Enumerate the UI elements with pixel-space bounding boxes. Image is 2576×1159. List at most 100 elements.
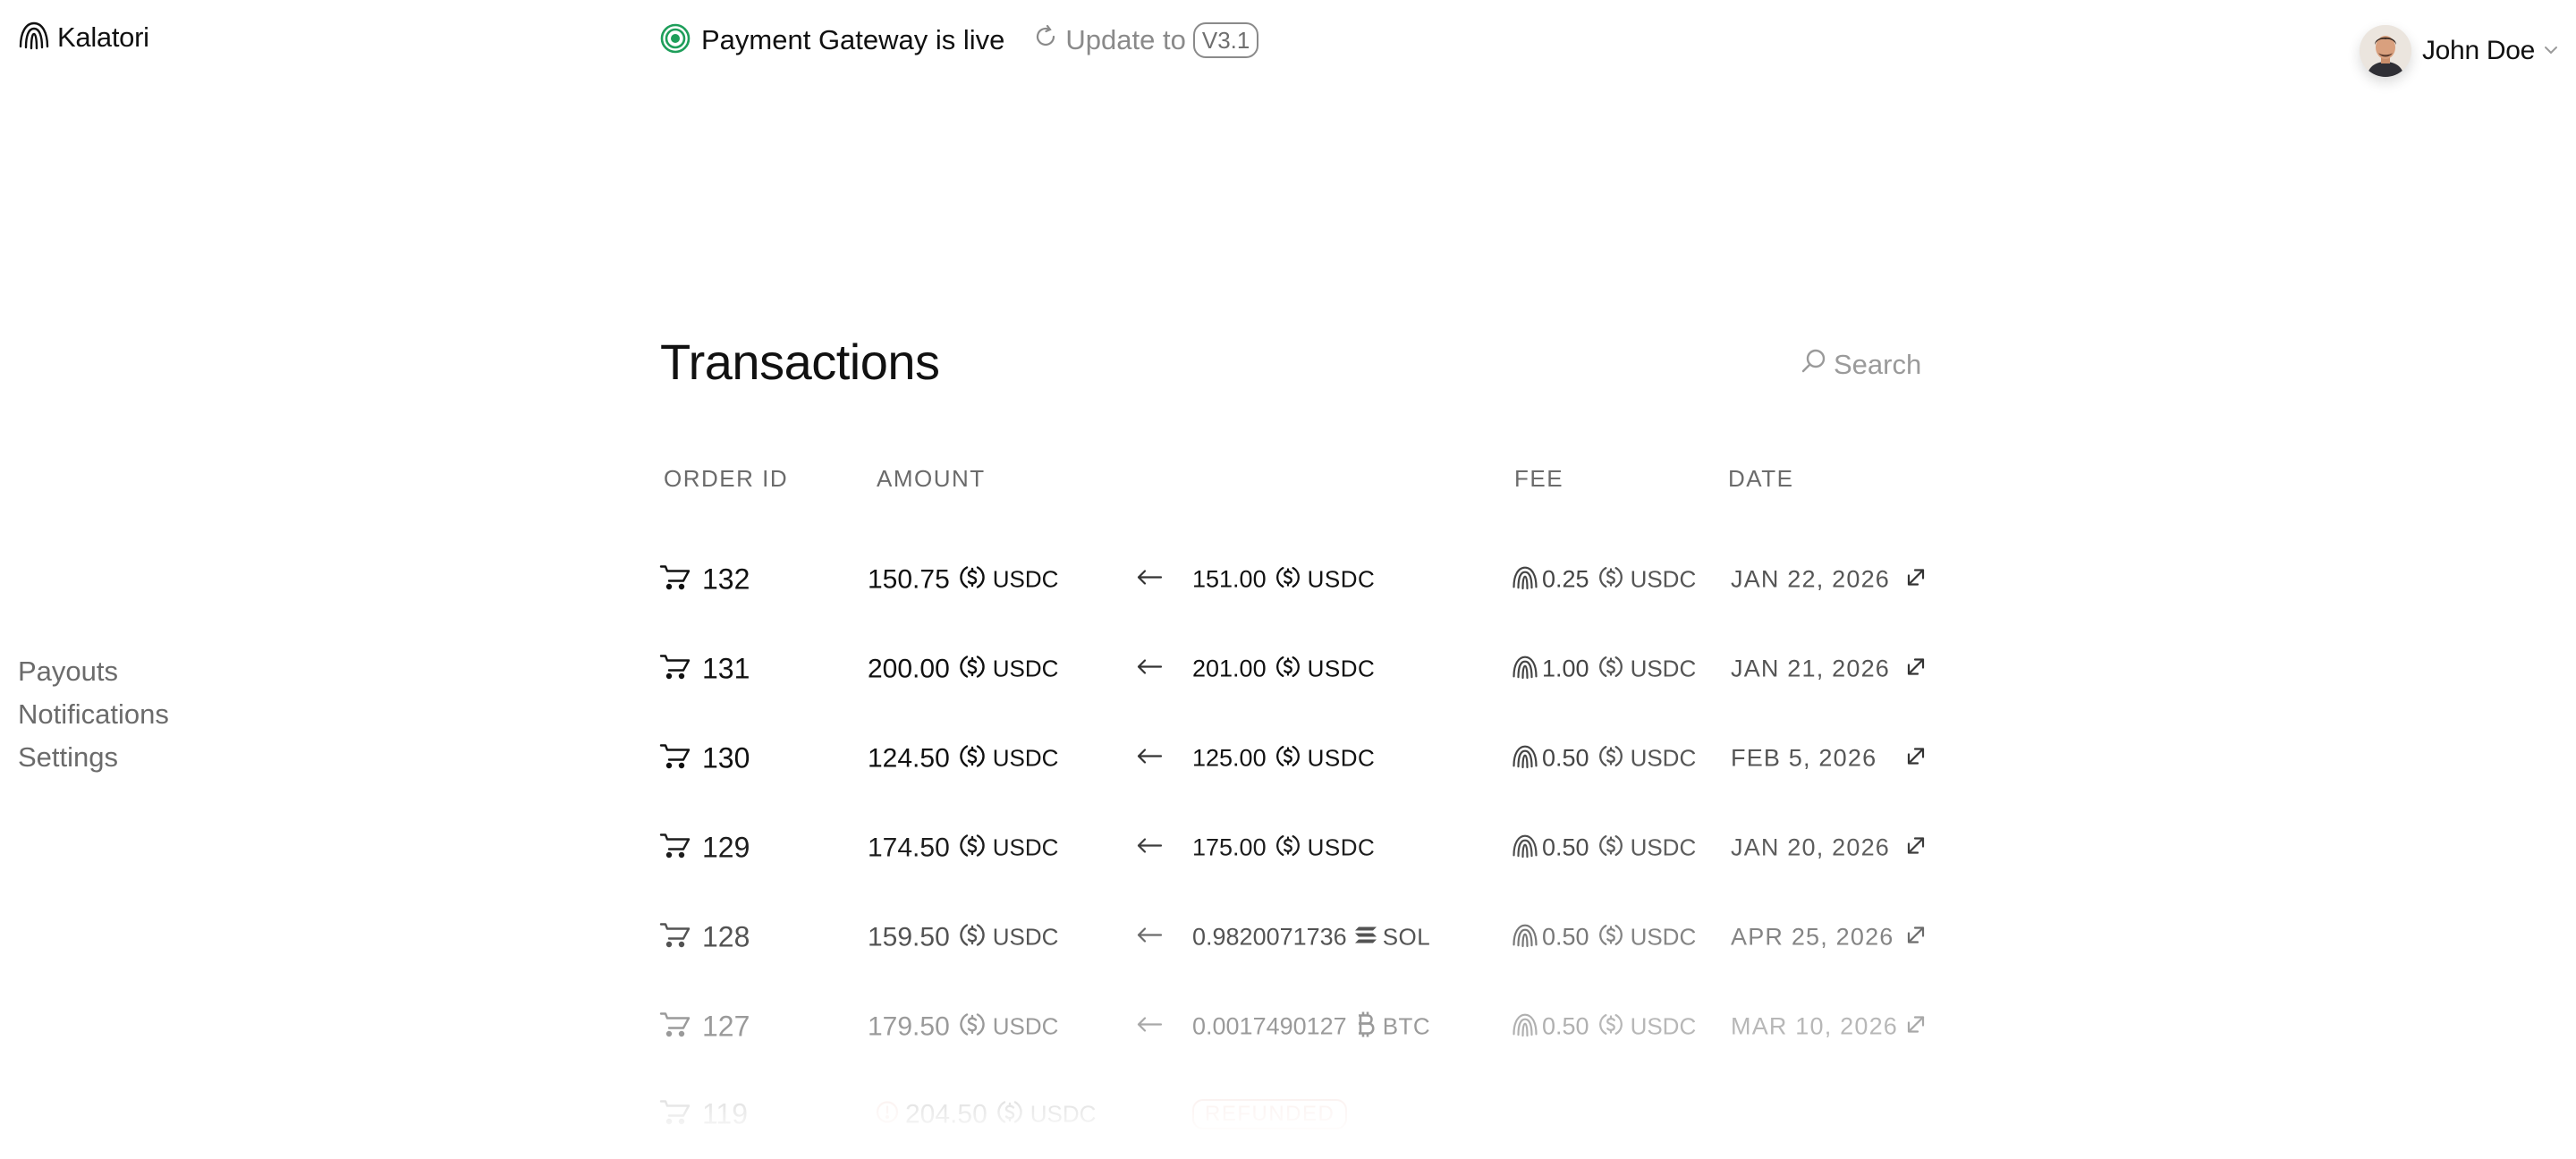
column-header-fee[interactable]: FEE [1514,465,1563,493]
amount-cell: 150.75 USDC [868,563,1058,597]
fee-cell: 0.50 USDC [1512,742,1696,775]
order-id: 128 [702,920,750,953]
status-cell: REFUNDED [1192,1099,1348,1129]
received-value: 125.00 [1192,744,1267,772]
date-value: JAN 20, 2026 [1731,833,1891,861]
usdc-icon [957,563,987,597]
received-cell: 125.00 USDC [1192,742,1375,775]
order-id: 131 [702,652,750,685]
table-row[interactable]: 129 174.50 USDC 175.00 USDC 0.50 USDC JAN 20, 2… [653,803,1941,893]
amount-cell: 159.50 USDC [868,920,1058,955]
order-id-cell: 127 [659,1011,750,1044]
table-row[interactable]: 127 179.50 USDC 0.0017490127 BTC 0.50 USDC MAR … [653,982,1941,1071]
received-cell: 0.9820071736 SOL [1192,924,1430,952]
kalatori-fingerprint-icon [18,20,50,55]
order-id-cell: 119 [659,1098,748,1131]
order-id-cell: 129 [659,832,750,865]
received-cell: 201.00 USDC [1192,653,1375,686]
received-arrow [1136,569,1163,591]
date-cell: JAN 20, 2026 [1731,834,1890,862]
received-currency: USDC [1307,744,1376,772]
open-transaction-button[interactable] [1905,835,1927,861]
received-value: 0.9820071736 [1192,923,1347,951]
amount-currency: USDC [992,744,1059,772]
received-currency: BTC [1382,1012,1431,1040]
app-name: Kalatori [57,21,149,53]
column-header-date[interactable]: DATE [1728,465,1793,493]
avatar [2359,25,2411,77]
table-row[interactable]: 119 204.50 USDC REFUNDED [653,1070,1941,1159]
sidebar-nav: Payouts Notifications Settings [18,650,169,779]
arrow-left-icon [1136,1016,1163,1038]
date-value: APR 25, 2026 [1731,923,1894,951]
status-badge: REFUNDED [1192,1099,1348,1129]
open-transaction-button[interactable] [1905,1014,1927,1040]
chevron-down-icon [2544,43,2558,59]
amount-value: 124.50 [868,743,950,773]
date-cell: FEB 5, 2026 [1731,745,1877,773]
amount-currency: USDC [992,1012,1059,1040]
received-cell: 175.00 USDC [1192,832,1375,865]
date-value: JAN 21, 2026 [1731,655,1891,682]
table-row[interactable]: 132 150.75 USDC 151.00 USDC 0.25 USDC JAN 22, 2… [653,535,1941,624]
amount-cell: 174.50 USDC [868,831,1058,866]
amount-cell: 124.50 USDC [868,741,1058,776]
cart-icon [659,654,691,685]
fee-value: 0.50 [1542,833,1589,861]
external-link-icon [1905,835,1927,861]
btc-icon [1354,1011,1377,1044]
date-cell: JAN 22, 2026 [1731,566,1890,594]
usdc-icon [957,741,987,776]
open-transaction-button[interactable] [1905,656,1927,682]
received-currency: SOL [1382,923,1431,951]
column-header-order-id[interactable]: ORDER ID [664,465,788,493]
cart-icon [659,743,691,774]
usdc-icon [1597,742,1625,775]
arrow-left-icon [1136,658,1163,681]
open-transaction-button[interactable] [1905,925,1927,951]
order-id: 127 [702,1010,750,1043]
amount-currency: USDC [992,655,1059,682]
open-transaction-button[interactable] [1905,567,1927,593]
sidebar-item-settings[interactable]: Settings [18,736,169,779]
external-link-icon [1905,746,1927,772]
order-id-cell: 130 [659,742,750,775]
received-cell: 151.00 USDC [1192,563,1375,596]
user-menu[interactable]: John Doe [2359,25,2558,77]
fee-value: 0.50 [1542,744,1589,772]
refresh-icon [1033,24,1058,56]
fee-currency: USDC [1630,923,1697,951]
user-name: John Doe [2421,36,2535,65]
table-row[interactable]: 131 200.00 USDC 201.00 USDC 1.00 USDC JAN 21, 2… [653,624,1941,714]
update-button[interactable]: Update to V3.1 [1033,22,1259,58]
sidebar-item-notifications[interactable]: Notifications [18,693,169,736]
date-value: FEB 5, 2026 [1731,744,1877,772]
date-value: JAN 22, 2026 [1731,565,1891,593]
usdc-icon [957,831,987,866]
received-currency: USDC [1307,565,1376,593]
search-input[interactable]: Search [1800,347,1927,383]
received-arrow [1136,926,1163,949]
table-row[interactable]: 128 159.50 USDC 0.9820071736 SOL 0.50 USDC APR … [653,893,1941,982]
search-placeholder: Search [1834,349,1922,380]
arrow-left-icon [1136,569,1163,591]
received-value: 0.0017490127 [1192,1012,1347,1040]
cart-icon [659,833,691,864]
sol-icon [1354,925,1377,951]
amount-cell: 204.50 USDC [868,1097,1096,1132]
search-icon [1800,347,1828,383]
kalatori-fingerprint-icon [1512,833,1538,864]
column-header-amount[interactable]: AMOUNT [877,465,986,493]
page-title: Transactions [660,334,940,390]
amount-cell: 179.50 USDC [868,1010,1058,1045]
cart-icon [659,1099,691,1130]
app-logo[interactable]: Kalatori [18,20,149,55]
external-link-icon [1905,567,1927,593]
live-status-icon [660,23,691,58]
open-transaction-button[interactable] [1905,746,1927,772]
version-badge: V3.1 [1192,22,1259,58]
table-row[interactable]: 130 124.50 USDC 125.00 USDC 0.50 USDC FEB 5, 20… [653,714,1941,803]
sidebar-item-payouts[interactable]: Payouts [18,650,169,693]
gateway-status: Payment Gateway is live Update to V3.1 [660,20,1259,61]
order-id-cell: 128 [659,921,750,954]
